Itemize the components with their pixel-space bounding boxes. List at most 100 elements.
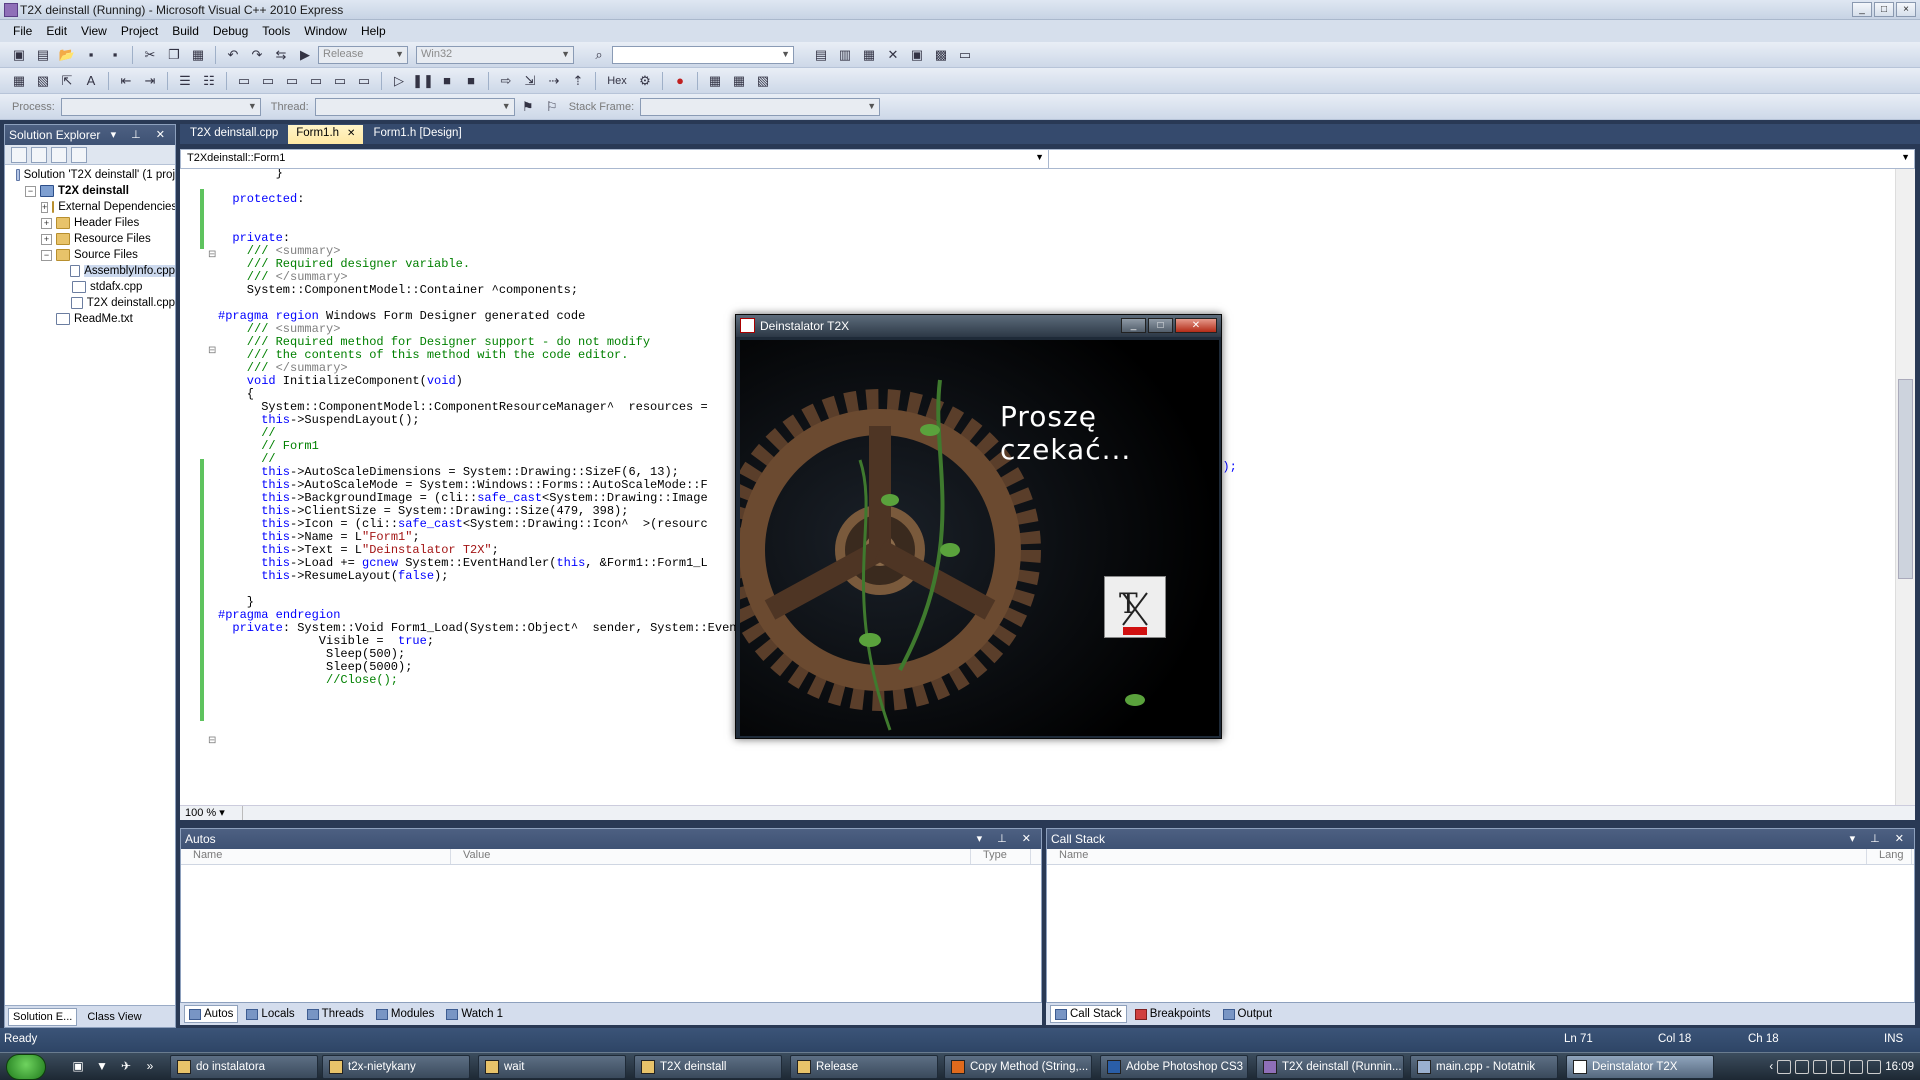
menu-view[interactable]: View — [74, 24, 114, 38]
tray-expand-icon[interactable]: ‹ — [1769, 1061, 1773, 1073]
tab-form1-h[interactable]: Form1.h ✕ — [288, 125, 364, 144]
menu-project[interactable]: Project — [114, 24, 165, 38]
close-tab-icon[interactable]: ✕ — [347, 128, 355, 139]
quicklaunch-icon[interactable]: ▼ — [94, 1059, 110, 1075]
tab-watch-1[interactable]: Watch 1 — [442, 1006, 507, 1022]
thread-select[interactable]: ▼ — [314, 97, 515, 116]
deinstalator-titlebar[interactable]: Deinstalator T2X _ □ ✕ — [736, 315, 1221, 337]
restart-icon[interactable]: ■ — [460, 71, 482, 91]
menu-tools[interactable]: Tools — [255, 24, 297, 38]
tray-icon[interactable] — [1813, 1060, 1828, 1074]
paste-icon[interactable]: ▦ — [187, 45, 209, 65]
menu-help[interactable]: Help — [354, 24, 393, 38]
process-select[interactable]: ▼ — [60, 97, 261, 116]
solution-tree-item[interactable]: AssemblyInfo.cpp — [5, 263, 175, 279]
step-into-icon[interactable]: ⇲ — [519, 71, 541, 91]
solution-tree-item[interactable]: T2X deinstall.cpp — [5, 295, 175, 311]
col-value[interactable]: Value — [451, 849, 971, 864]
new-project-icon[interactable]: ▣ — [8, 45, 30, 65]
clock[interactable]: 16:09 — [1885, 1061, 1914, 1073]
scope-select[interactable]: T2Xdeinstall::Form1 ▼ — [181, 150, 1049, 168]
panel-controls[interactable]: ▾ ⊥ ✕ — [111, 128, 171, 142]
tray-icon[interactable] — [1777, 1060, 1792, 1074]
collapse-icon[interactable]: − — [25, 185, 36, 197]
navigate-icon[interactable]: ⇆ — [270, 45, 292, 65]
tab-output[interactable]: Output — [1219, 1006, 1277, 1022]
vertical-scrollbar[interactable] — [1895, 169, 1915, 805]
solution-tree-item[interactable]: − Source Files — [5, 247, 175, 263]
continue-icon[interactable]: ▷ — [388, 71, 410, 91]
menu-edit[interactable]: Edit — [39, 24, 74, 38]
platform-select[interactable]: Win32 ▼ — [416, 45, 574, 64]
expand-icon[interactable]: + — [41, 201, 49, 213]
toggle-flagged-threads-icon[interactable]: ⚑ — [517, 97, 539, 117]
solution-tree-item[interactable]: + Resource Files — [5, 231, 175, 247]
clear-bookmarks-icon[interactable]: ▭ — [353, 71, 375, 91]
col-type[interactable]: Type — [971, 849, 1031, 864]
show-all-files-icon[interactable] — [31, 147, 47, 163]
start-button[interactable] — [6, 1054, 46, 1080]
step-out-icon[interactable]: ⇡ — [567, 71, 589, 91]
start-debug-icon[interactable]: ▶ — [294, 45, 316, 65]
tray-icon[interactable] — [1795, 1060, 1810, 1074]
solution-tree-item[interactable]: + External Dependencies — [5, 199, 175, 215]
next-bookmark-folder-icon[interactable]: ▭ — [329, 71, 351, 91]
tab-call-stack[interactable]: Call Stack — [1050, 1005, 1127, 1023]
panel-controls[interactable]: ▾ ⊥ ✕ — [977, 832, 1037, 846]
next-bookmark-icon[interactable]: ▭ — [281, 71, 303, 91]
taskbar-button[interactable]: main.cpp - Notatnik — [1410, 1055, 1558, 1079]
collapse-icon[interactable]: − — [41, 249, 52, 261]
prev-bookmark-icon[interactable]: ▭ — [257, 71, 279, 91]
expand-icon[interactable]: + — [41, 233, 52, 245]
taskbar-button[interactable]: Copy Method (String,... — [944, 1055, 1092, 1079]
taskbar-button[interactable]: Deinstalator T2X — [1566, 1055, 1714, 1079]
view-class-diagram-icon[interactable] — [71, 147, 87, 163]
restore-button[interactable]: □ — [1874, 2, 1894, 17]
tab-modules[interactable]: Modules — [372, 1006, 438, 1022]
taskbar-button[interactable]: Release — [790, 1055, 938, 1079]
tab-locals[interactable]: Locals — [242, 1006, 298, 1022]
solution-tree-item[interactable]: ReadMe.txt — [5, 311, 175, 327]
expand-icon[interactable]: + — [41, 217, 52, 229]
quicklaunch-icon[interactable]: ▣ — [70, 1059, 86, 1075]
solution-tree-item[interactable]: Solution 'T2X deinstall' (1 proj — [5, 167, 175, 183]
breakpoints-window-icon[interactable]: ● — [669, 71, 691, 91]
close-button[interactable]: ✕ — [1175, 318, 1217, 333]
tab-solution-explorer[interactable]: Solution E... — [8, 1007, 78, 1026]
memory-window-icon[interactable]: ▦ — [704, 71, 726, 91]
solution-tree-item[interactable]: + Header Files — [5, 215, 175, 231]
complete-word-icon[interactable]: A — [80, 71, 102, 91]
hex-button[interactable]: Hex — [602, 71, 632, 91]
step-over-icon[interactable]: ⇢ — [543, 71, 565, 91]
registers-window-icon[interactable]: ▦ — [728, 71, 750, 91]
taskbar-button[interactable]: do instalatora — [170, 1055, 318, 1079]
bookmark-icon[interactable]: ▭ — [233, 71, 255, 91]
toolbox-icon[interactable]: ✕ — [882, 45, 904, 65]
decrease-indent-icon[interactable]: ⇤ — [115, 71, 137, 91]
col-name[interactable]: Name — [1047, 849, 1867, 864]
window-layout-icon[interactable]: ▭ — [954, 45, 976, 65]
copy-icon[interactable]: ❐ — [163, 45, 185, 65]
find-combo[interactable]: ▼ — [612, 45, 794, 64]
close-button[interactable]: × — [1896, 2, 1916, 17]
tab-form1-design[interactable]: Form1.h [Design] — [365, 125, 469, 144]
solution-tree-item[interactable]: − T2X deinstall — [5, 183, 175, 199]
minimize-button[interactable]: _ — [1121, 318, 1146, 333]
properties-icon[interactable]: ▥ — [834, 45, 856, 65]
maximize-button[interactable]: □ — [1148, 318, 1173, 333]
object-browser-icon[interactable]: ▦ — [858, 45, 880, 65]
prev-bookmark-folder-icon[interactable]: ▭ — [305, 71, 327, 91]
extension-manager-icon[interactable]: ▩ — [930, 45, 952, 65]
col-lang[interactable]: Lang — [1867, 849, 1912, 864]
tray-icon[interactable] — [1831, 1060, 1846, 1074]
tab-t2x-deinstall-cpp[interactable]: T2X deinstall.cpp — [182, 125, 286, 144]
menu-window[interactable]: Window — [297, 24, 354, 38]
disassembly-icon[interactable]: ▧ — [752, 71, 774, 91]
save-icon[interactable]: ▪ — [80, 45, 102, 65]
undo-icon[interactable]: ↶ — [222, 45, 244, 65]
add-item-icon[interactable]: ▤ — [32, 45, 54, 65]
stack-sync-icon[interactable]: ⚙ — [634, 71, 656, 91]
network-icon[interactable] — [1849, 1060, 1864, 1074]
stack-frame-select[interactable]: ▼ — [640, 97, 881, 116]
stop-debugging-icon[interactable]: ■ — [436, 71, 458, 91]
